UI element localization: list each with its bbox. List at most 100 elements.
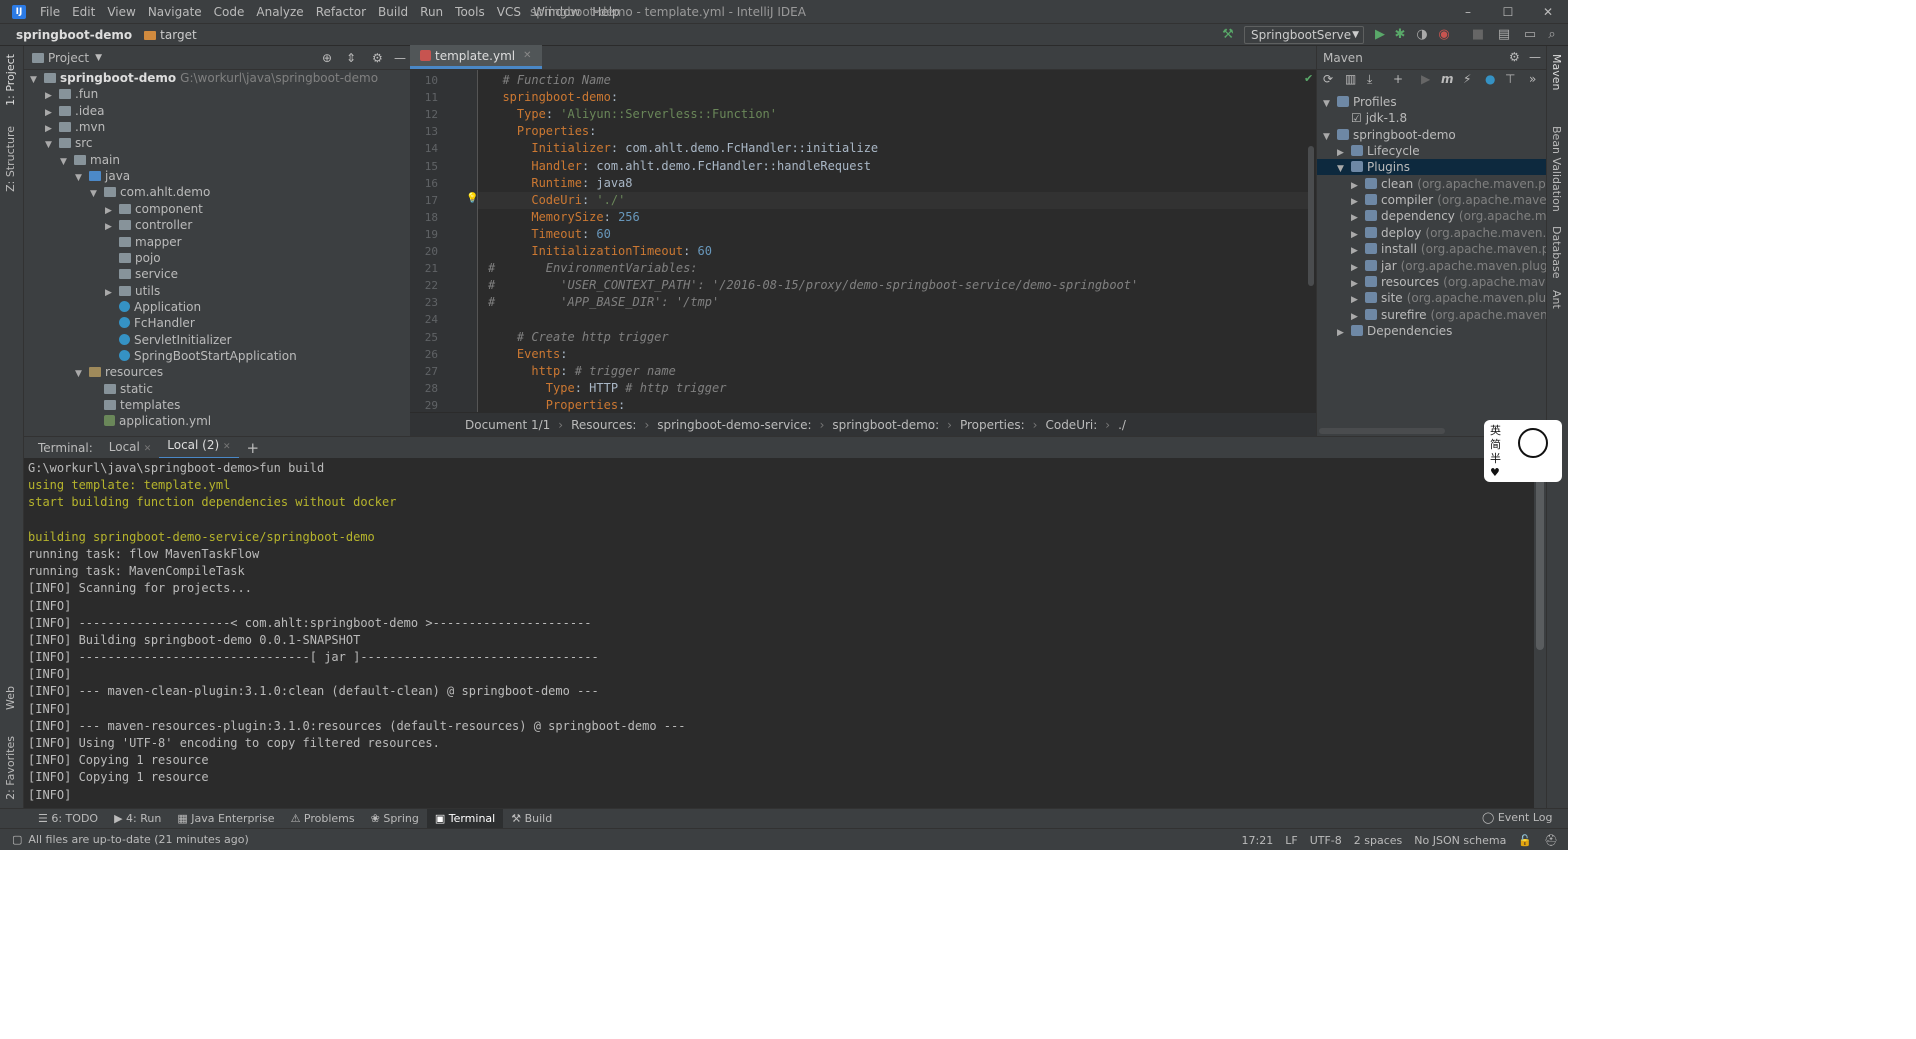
breadcrumb-item[interactable]: springboot-demo-service: [657,418,811,432]
more-icon[interactable]: » [1529,72,1536,86]
close-icon[interactable]: ✕ [144,444,152,454]
close-icon[interactable]: ✕ [523,44,531,68]
nav-project[interactable]: springboot-demo [0,28,132,42]
tab-template-yml[interactable]: template.yml ✕ [410,45,542,69]
project-structure-icon[interactable]: ▤ [1496,27,1512,43]
run-icon[interactable]: ▶ [1421,72,1430,86]
tree-item[interactable]: ▶ .idea [45,103,105,119]
tree-item[interactable]: ▼ java [75,168,130,184]
checkbox-icon[interactable]: ☑ [1351,111,1362,125]
code-line[interactable]: Events: [488,346,568,363]
minimize-button[interactable]: – [1448,0,1488,24]
stop-icon[interactable]: ■ [1470,27,1486,43]
tab-structure[interactable]: Z: Structure [4,126,17,192]
terminal-output[interactable]: G:\workurl\java\springboot-demo>fun buil… [24,458,1534,808]
code-line[interactable]: Handler: com.ahlt.demo.FcHandler::handle… [488,158,871,175]
tree-arrow-icon[interactable]: ▼ [45,137,55,153]
menu-item-run[interactable]: Run [414,0,449,24]
project-panel-title[interactable]: Project [48,51,89,65]
tab-project[interactable]: 1: Project [4,54,17,106]
tree-item[interactable]: ▶ .fun [45,86,98,102]
breadcrumb-item[interactable]: springboot-demo: [832,418,939,432]
tree-item[interactable]: SpringBootStartApplication [105,348,297,364]
code-line[interactable]: # Function Name [488,72,610,89]
code-line[interactable]: Runtime: java8 [488,175,632,192]
inspector-icon[interactable]: ⛑ [1544,834,1558,847]
tree-item[interactable]: application.yml [90,413,211,429]
lock-icon[interactable]: 🔓 [1518,834,1532,847]
code-line[interactable]: MemorySize: 256 [488,209,639,226]
add-icon[interactable]: + [1393,72,1403,86]
maven-tree-item[interactable]: ▶ Dependencies [1317,323,1546,339]
terminal-tab-local[interactable]: Local ✕ [101,437,159,459]
tree-item[interactable]: ▼ springboot-demo G:\workurl\java\springbo… [30,70,378,86]
new-terminal-button[interactable]: + [239,438,268,458]
code-line[interactable]: Type: 'Aliyun::Serverless::Function' [488,106,777,123]
tool-window-java-enterprise[interactable]: ▦ Java Enterprise [169,809,282,829]
sticker-widget[interactable]: 英 简 半 ♥ [1484,420,1562,482]
tree-arrow-icon[interactable]: ▶ [1337,325,1347,341]
tool-window-terminal[interactable]: ▣ Terminal [426,808,504,829]
nav-folder[interactable]: target [160,28,197,42]
code-line[interactable]: http: # trigger name [488,363,676,380]
tree-item[interactable]: ▶ controller [105,217,192,233]
tool-window-spring[interactable]: ❀ Spring [363,809,427,829]
tree-arrow-icon[interactable]: ▼ [60,154,70,170]
tree-item[interactable]: pojo [105,250,161,266]
vertical-scrollbar[interactable] [1308,146,1314,286]
tree-item[interactable]: ▼ main [60,152,120,168]
collapse-all-icon[interactable]: ⇕ [346,51,356,65]
tool-window-build[interactable]: ⚒ Build [503,809,560,829]
breadcrumb-item[interactable]: CodeUri: [1045,418,1097,432]
code-line[interactable]: Initializer: com.ahlt.demo.FcHandler::in… [488,140,878,157]
tree-item[interactable]: Application [105,299,201,315]
code-line[interactable]: # 'USER_CONTEXT_PATH': '/2016-08-15/prox… [488,277,1138,294]
maximize-button[interactable]: ☐ [1488,0,1528,24]
terminal-tab-local-2[interactable]: Local (2) ✕ [159,435,239,460]
indent-setting[interactable]: 2 spaces [1354,834,1403,847]
layout-icon[interactable]: ▭ [1522,27,1538,43]
maven-tree-item[interactable]: ☑ jdk-1.8 [1317,110,1546,126]
chevron-down-icon[interactable]: ▼ [95,53,102,63]
close-icon[interactable]: ✕ [223,442,231,452]
tree-item[interactable]: ▼ src [45,135,93,151]
tab-ant[interactable]: Ant [1550,290,1563,309]
maven-goal-icon[interactable]: m [1441,72,1454,86]
tool-window-problems[interactable]: ⚠ Problems [283,809,363,829]
tree-arrow-icon[interactable]: ▼ [75,366,85,382]
code-line[interactable]: Properties: [488,123,596,140]
skip-tests-icon[interactable]: ● [1485,72,1495,86]
menu-item-analyze[interactable]: Analyze [250,0,309,24]
breadcrumb-item[interactable]: Properties: [960,418,1025,432]
gear-icon[interactable]: ⚙ [372,51,383,65]
line-separator[interactable]: LF [1285,834,1297,847]
tree-item[interactable]: ▼ resources [75,364,163,380]
event-log-button[interactable]: ◯ Event Log [1482,810,1552,826]
code-line[interactable]: Type: HTTP # http trigger [488,380,727,397]
code-line[interactable]: springboot-demo: [488,89,618,106]
lightbulb-icon[interactable]: 💡 [466,193,478,204]
code-line[interactable]: # 'APP_BASE_DIR': '/tmp' [488,294,719,311]
gear-icon[interactable]: ⚙ [1509,50,1520,64]
tab-bean-validation[interactable]: Bean Validation [1550,126,1563,212]
code-line[interactable]: InitializationTimeout: 60 [488,243,712,260]
toggle-offline-icon[interactable]: ⚡ [1463,72,1471,86]
menu-item-edit[interactable]: Edit [66,0,101,24]
cursor-position[interactable]: 17:21 [1242,834,1274,847]
search-icon[interactable]: ⌕ [1544,27,1560,43]
tab-database[interactable]: Database [1550,226,1563,279]
breadcrumb-item[interactable]: Document 1/1 [465,418,550,432]
maven-tree-item[interactable]: ▼ Profiles [1317,94,1546,110]
tree-item[interactable]: ServletInitializer [105,332,232,348]
maven-tree-item[interactable]: ▶install(org.apache.maven.plugins:m [1317,241,1568,257]
maven-tree-item[interactable]: ▶dependency(org.apache.maven.plu [1317,208,1568,224]
reload-icon[interactable]: ⟳ [1323,72,1333,86]
coverage-icon[interactable]: ◑ [1414,27,1430,43]
maven-tree-item[interactable]: ▶clean(org.apache.maven.plugins:m [1317,176,1568,192]
tree-item[interactable]: mapper [105,234,182,250]
close-button[interactable]: ✕ [1528,0,1568,24]
tree-item[interactable]: FcHandler [105,315,195,331]
tree-item[interactable]: ▶ .mvn [45,119,105,135]
terminal-scrollbar[interactable] [1536,460,1544,650]
show-dependencies-icon[interactable]: ⊤ [1505,72,1515,86]
